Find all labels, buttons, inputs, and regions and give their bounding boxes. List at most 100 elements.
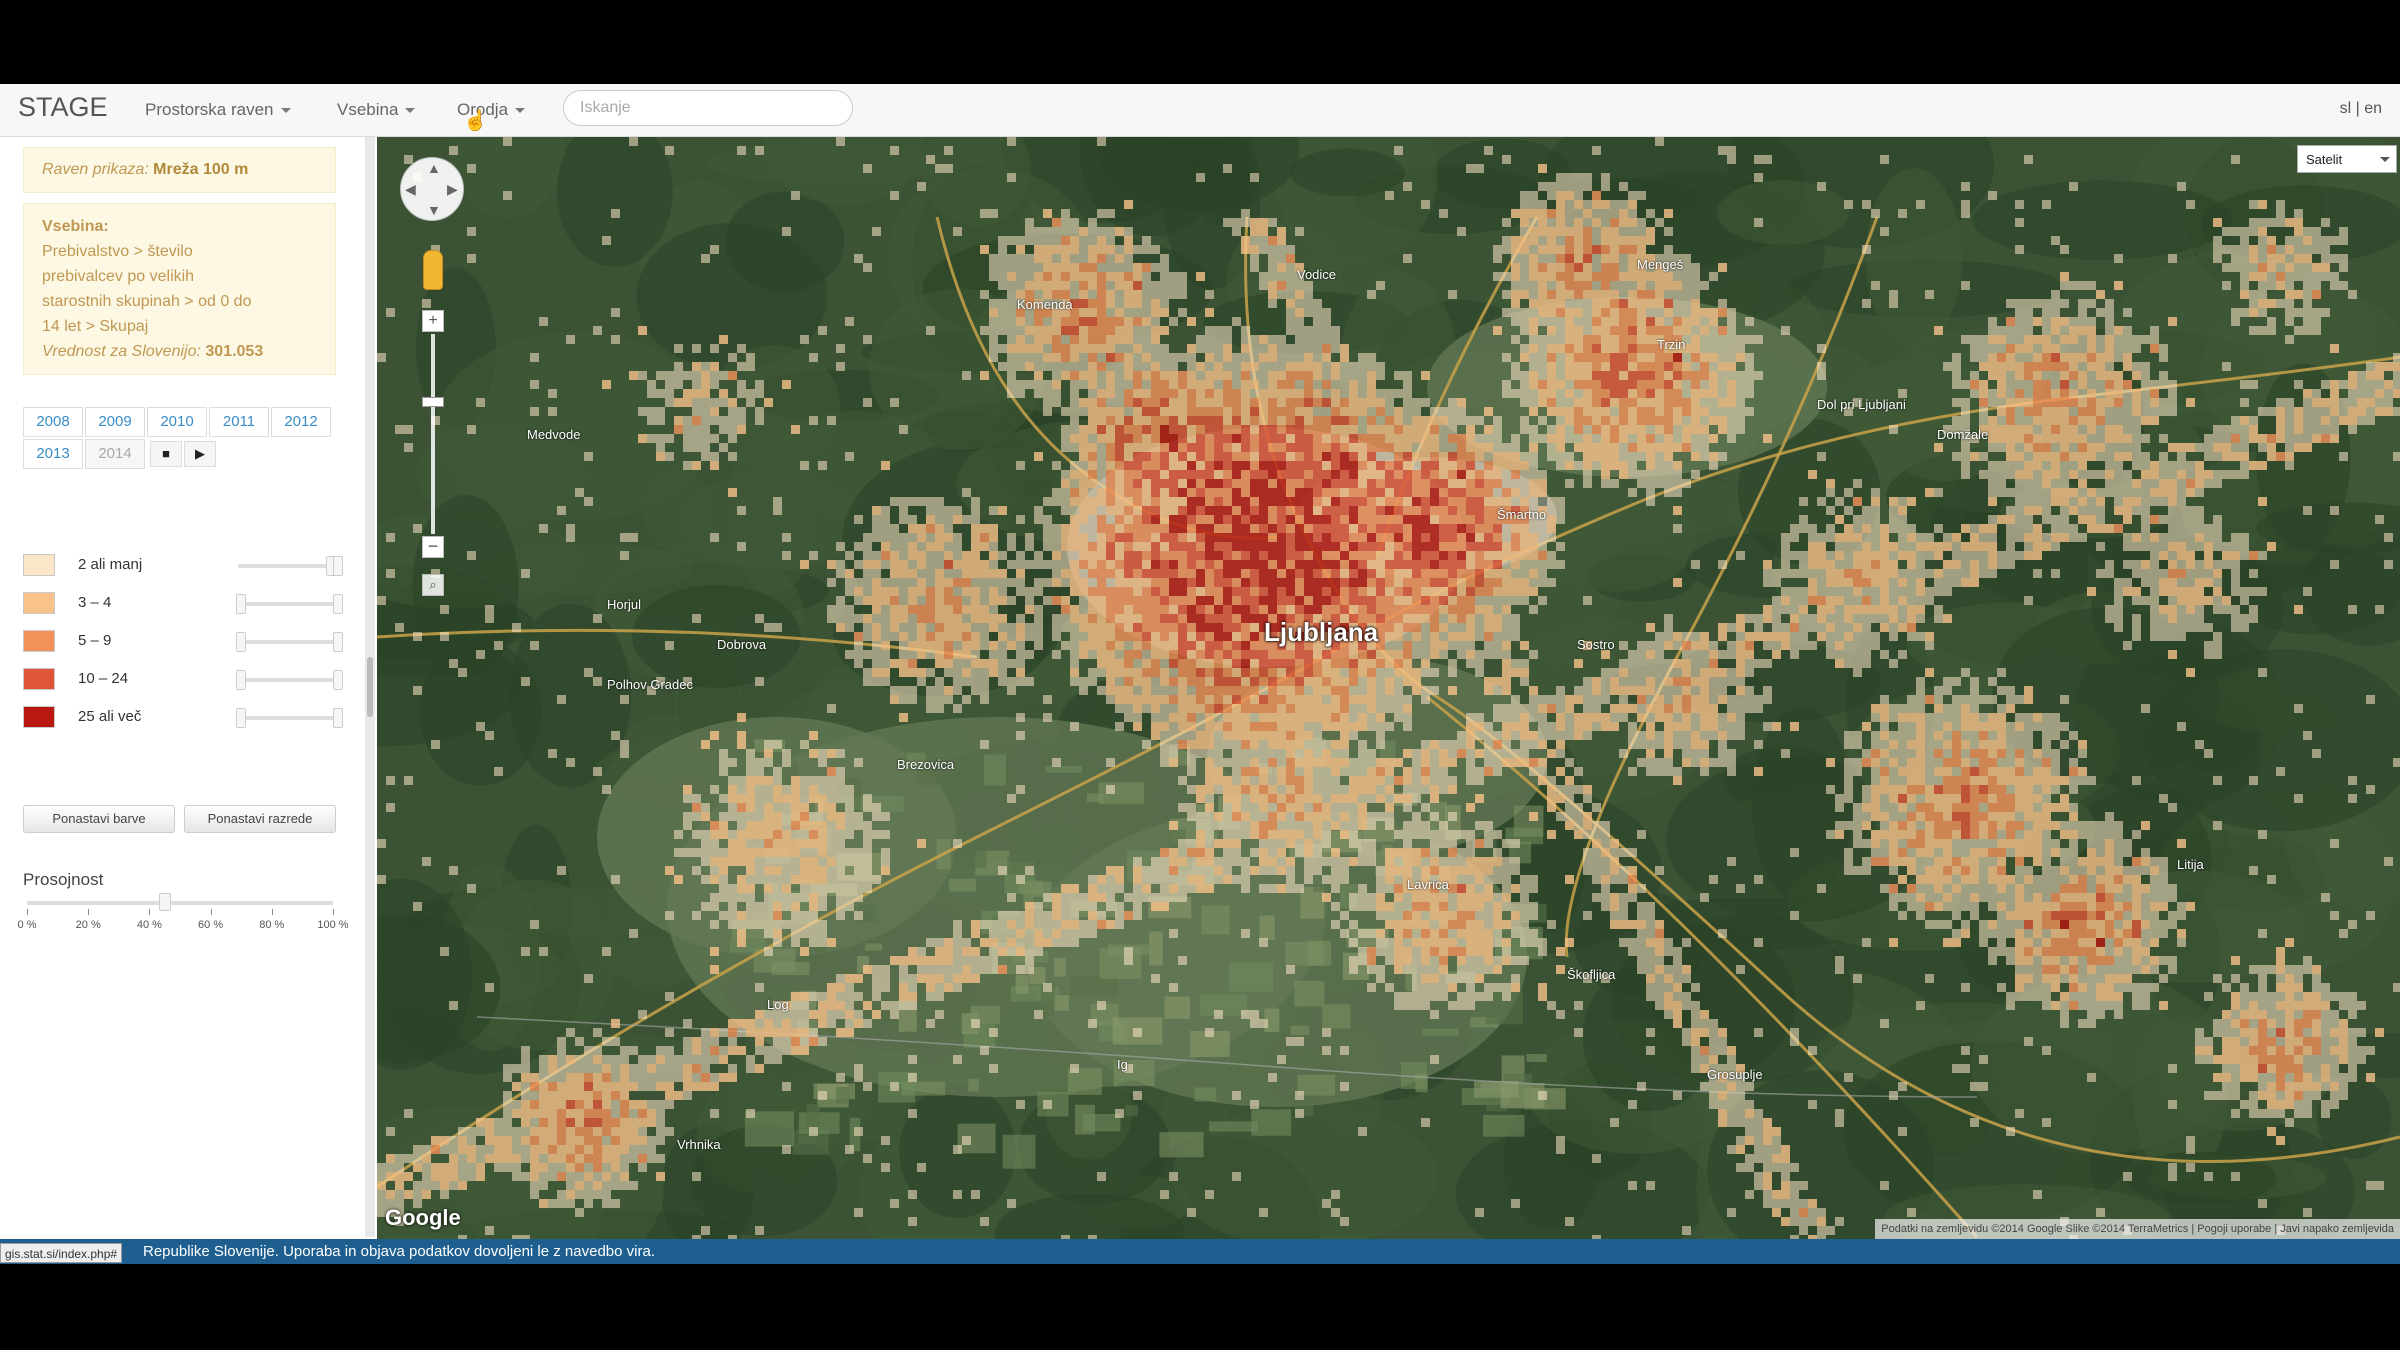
legend-range-handle-right[interactable] <box>333 708 343 728</box>
legend-range-handle-right[interactable] <box>333 632 343 652</box>
place-label: Domžale <box>1937 427 1989 442</box>
opacity-label: Prosojnost <box>23 870 104 889</box>
opacity-tick-label: 40 % <box>136 919 162 931</box>
place-label: Dol pri Ljubljani <box>1817 397 1906 412</box>
sidebar: Raven prikaza: Mreža 100 m Vsebina: Preb… <box>0 137 375 1264</box>
caret-down-icon <box>515 108 526 114</box>
caret-down-icon <box>280 108 291 114</box>
legend-range-track[interactable] <box>238 716 338 720</box>
legend-range-handle-left[interactable] <box>236 708 246 728</box>
place-label: Medvode <box>527 427 581 442</box>
legend-range-handle-right[interactable] <box>333 556 343 576</box>
place-label: Komenda <box>1017 297 1073 312</box>
opacity-tick <box>27 909 28 915</box>
opacity-tick <box>149 909 151 915</box>
opacity-slider-track[interactable] <box>27 901 333 905</box>
legend-range-handle-left[interactable] <box>236 670 246 690</box>
legend-range-track[interactable] <box>238 602 338 606</box>
place-label: Log <box>767 997 789 1012</box>
content-line: starostnih skupinah > od 0 do <box>42 293 252 310</box>
place-label: Mengeš <box>1637 257 1684 272</box>
navbar: STAGE Prostorska raven Vsebina Orodja sl… <box>0 84 2400 137</box>
content-line: Prebivalstvo > število <box>42 243 193 260</box>
pan-control[interactable]: ▲ ▼ ◀ ▶ <box>400 157 464 221</box>
display-level-box: Raven prikaza: Mreža 100 m <box>23 147 336 193</box>
footer-text: Republike Slovenije. Uporaba in objava p… <box>143 1243 655 1260</box>
opacity-tick-label: 0 % <box>17 919 37 931</box>
zoom-in-button[interactable]: + <box>422 310 444 332</box>
search-input[interactable] <box>563 90 853 126</box>
opacity-tick <box>210 909 212 915</box>
legend-color-swatch[interactable] <box>23 592 55 614</box>
legend-color-swatch[interactable] <box>23 668 55 690</box>
zoom-slider-track[interactable] <box>431 334 435 534</box>
legend-row: 2 ali manj <box>23 550 343 580</box>
stage-app: STAGE Prostorska raven Vsebina Orodja sl… <box>0 84 2400 1264</box>
pan-up-icon[interactable]: ▲ <box>427 160 441 176</box>
pan-down-icon[interactable]: ▼ <box>427 202 441 218</box>
legend-range-track[interactable] <box>238 678 338 682</box>
street-view-pegman-icon[interactable] <box>423 250 443 290</box>
stop-button[interactable]: ■ <box>150 441 182 467</box>
mouse-pointer-icon: ☝ <box>463 110 488 132</box>
legend-range-handle-right[interactable] <box>333 670 343 690</box>
display-level-value: Mreža 100 m <box>153 161 249 178</box>
play-button[interactable]: ▶ <box>184 441 216 467</box>
map-view[interactable]: ▲ ▼ ◀ ▶ + − ⌕ Satelit Ljubljana Vodice Me… <box>377 137 2400 1239</box>
google-logo: Google <box>385 1205 461 1230</box>
map-type-label: Satelit <box>2306 152 2343 167</box>
year-2009-button[interactable]: 2009 <box>85 407 145 437</box>
place-label: Brezovica <box>897 757 955 772</box>
brand-logo[interactable]: STAGE <box>18 92 108 123</box>
content-line: prebivalcev po velikih <box>42 268 195 285</box>
language-switcher[interactable]: sl | en <box>2340 100 2382 118</box>
content-info-box: Vsebina: Prebivalstvo > število prebival… <box>23 203 336 375</box>
legend-color-swatch[interactable] <box>23 630 55 652</box>
caret-down-icon <box>405 108 416 114</box>
map-attribution[interactable]: Podatki na zemljevidu ©2014 Google Slike… <box>1875 1219 2400 1239</box>
year-2008-button[interactable]: 2008 <box>23 407 83 437</box>
legend-label: 3 – 4 <box>78 594 112 611</box>
slovenia-value-label: Vrednost za Slovenijo: <box>42 343 201 360</box>
place-label: Škofljica <box>1567 967 1616 982</box>
legend-range-handle-left[interactable] <box>236 632 246 652</box>
content-heading: Vsebina: <box>42 218 109 235</box>
legend-color-swatch[interactable] <box>23 706 55 728</box>
opacity-tick-label: 80 % <box>259 919 285 931</box>
legend-range-track[interactable] <box>238 640 338 644</box>
opacity-slider-handle[interactable] <box>158 893 171 911</box>
sidebar-scrollbar-thumb[interactable] <box>367 657 373 717</box>
year-2011-button[interactable]: 2011 <box>209 407 269 437</box>
legend-row: 10 – 24 <box>23 664 343 694</box>
place-label: Horjul <box>607 597 641 612</box>
year-2012-button[interactable]: 2012 <box>271 407 331 437</box>
legend-range-track[interactable] <box>238 564 338 568</box>
reset-classes-button[interactable]: Ponastavi razrede <box>184 805 336 833</box>
pan-right-icon[interactable]: ▶ <box>447 181 458 198</box>
reset-colors-button[interactable]: Ponastavi barve <box>23 805 175 833</box>
legend-row: 5 – 9 <box>23 626 343 656</box>
opacity-tick <box>88 909 90 915</box>
map-type-select[interactable]: Satelit <box>2297 145 2397 173</box>
menu-prostorska-raven[interactable]: Prostorska raven <box>145 100 291 120</box>
legend-color-swatch[interactable] <box>23 554 55 576</box>
menu-vsebina[interactable]: Vsebina <box>337 100 416 120</box>
legend-range-handle-left[interactable] <box>236 594 246 614</box>
legend-range-handle-right[interactable] <box>333 594 343 614</box>
place-label: Sostro <box>1577 637 1615 652</box>
legend-row: 25 ali več <box>23 702 343 732</box>
zoom-slider-thumb[interactable] <box>422 397 444 407</box>
year-2010-button[interactable]: 2010 <box>147 407 207 437</box>
place-label: Grosuplje <box>1707 1067 1763 1082</box>
place-label: Ig <box>1117 1057 1128 1072</box>
city-label-ljubljana: Ljubljana <box>1264 617 1379 647</box>
menu-label: Vsebina <box>337 100 399 119</box>
footer: Republike Slovenije. Uporaba in objava p… <box>0 1239 2400 1264</box>
pan-left-icon[interactable]: ◀ <box>405 181 416 198</box>
zoom-box-icon[interactable]: ⌕ <box>422 574 444 596</box>
place-label: Litija <box>2177 857 2204 872</box>
opacity-tick <box>333 909 334 915</box>
zoom-out-button[interactable]: − <box>422 536 444 558</box>
year-2013-button[interactable]: 2013 <box>23 439 83 469</box>
place-label: Vrhnika <box>677 1137 721 1152</box>
